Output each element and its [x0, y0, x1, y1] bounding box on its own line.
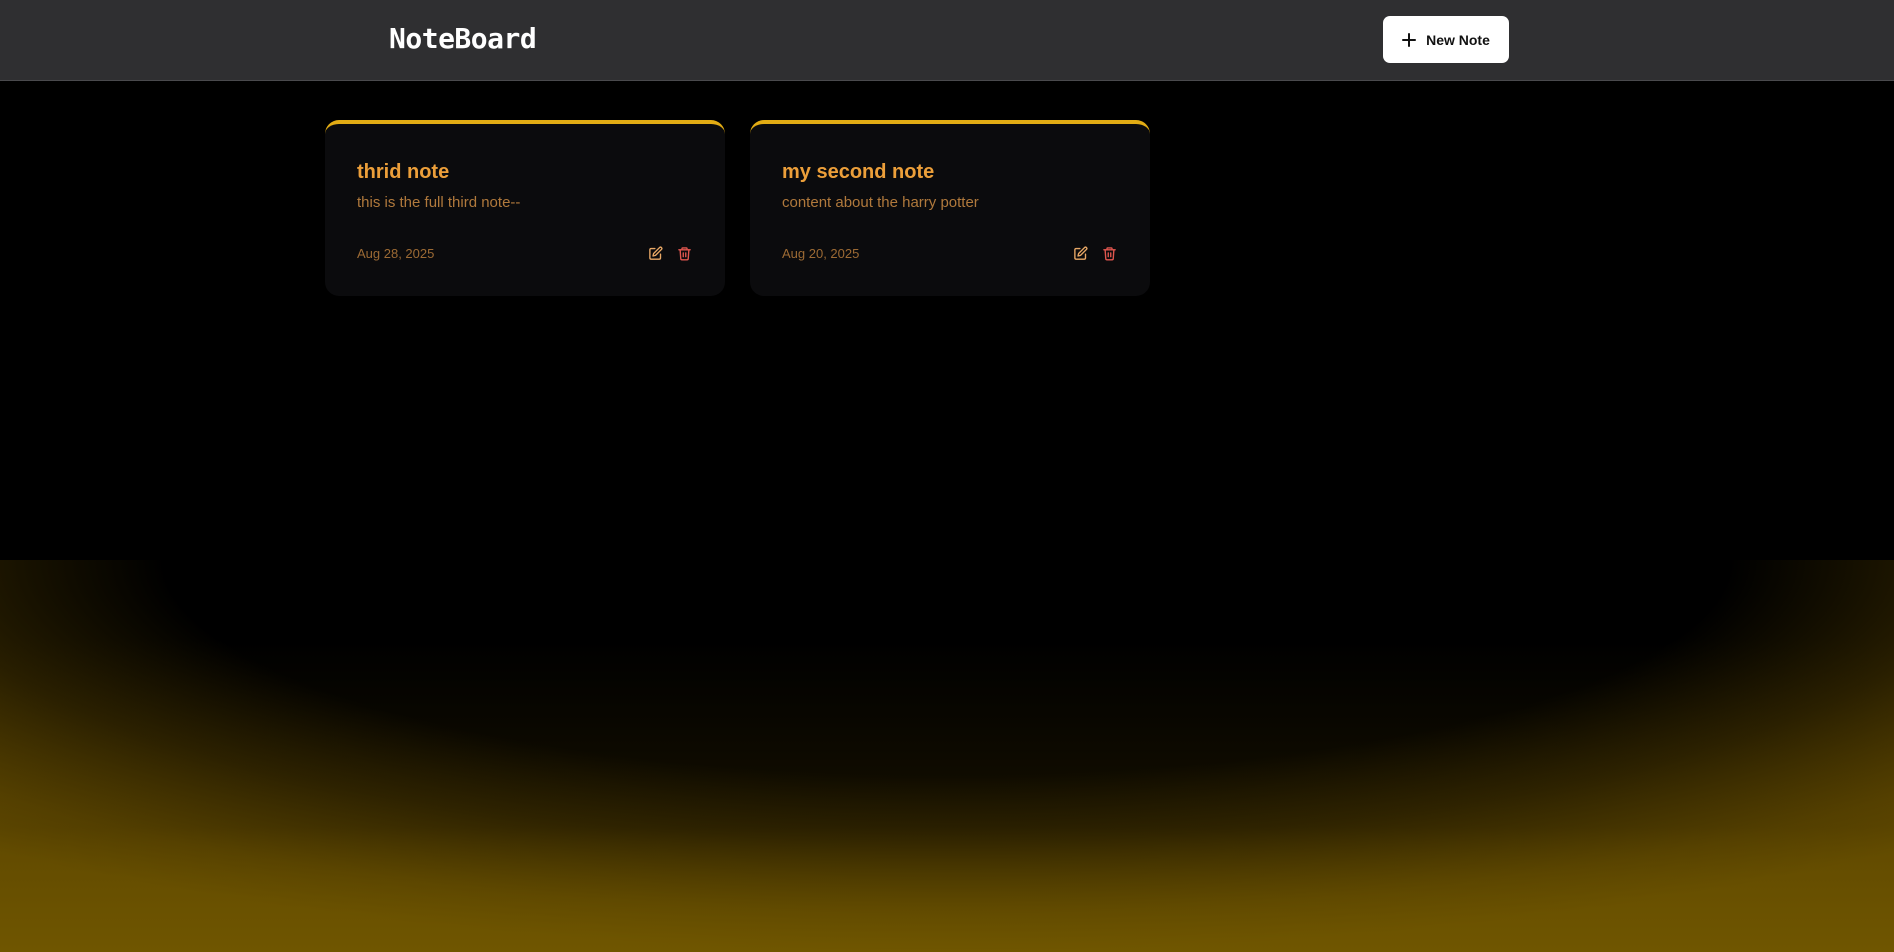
note-title: thrid note: [357, 161, 450, 183]
navbar: NoteBoard New Note: [0, 0, 1894, 81]
background-glow: [0, 560, 1894, 952]
app-title: NoteBoard: [389, 22, 537, 55]
page: NoteBoard New Note thrid note this is th…: [0, 0, 1894, 952]
note-content: content about the harry potter: [782, 194, 979, 211]
note-footer: Aug 20, 2025: [782, 244, 1118, 262]
note-content: this is the full third note--: [357, 194, 521, 211]
new-note-label: New Note: [1426, 31, 1490, 48]
edit-icon[interactable]: [1071, 244, 1089, 262]
note-card[interactable]: my second note content about the harry p…: [750, 120, 1150, 296]
note-actions: [646, 244, 693, 262]
new-note-button[interactable]: New Note: [1383, 16, 1509, 63]
background-glow-base: [0, 640, 1894, 952]
edit-icon[interactable]: [646, 244, 664, 262]
trash-icon[interactable]: [1100, 244, 1118, 262]
trash-icon[interactable]: [675, 244, 693, 262]
note-date: Aug 20, 2025: [782, 245, 860, 261]
note-date: Aug 28, 2025: [357, 245, 435, 261]
plus-icon: [1402, 32, 1417, 47]
note-footer: Aug 28, 2025: [357, 244, 693, 262]
note-actions: [1071, 244, 1118, 262]
note-card[interactable]: thrid note this is the full third note--…: [325, 120, 725, 296]
notes-grid: thrid note this is the full third note--…: [325, 120, 1150, 296]
note-title: my second note: [782, 161, 935, 183]
